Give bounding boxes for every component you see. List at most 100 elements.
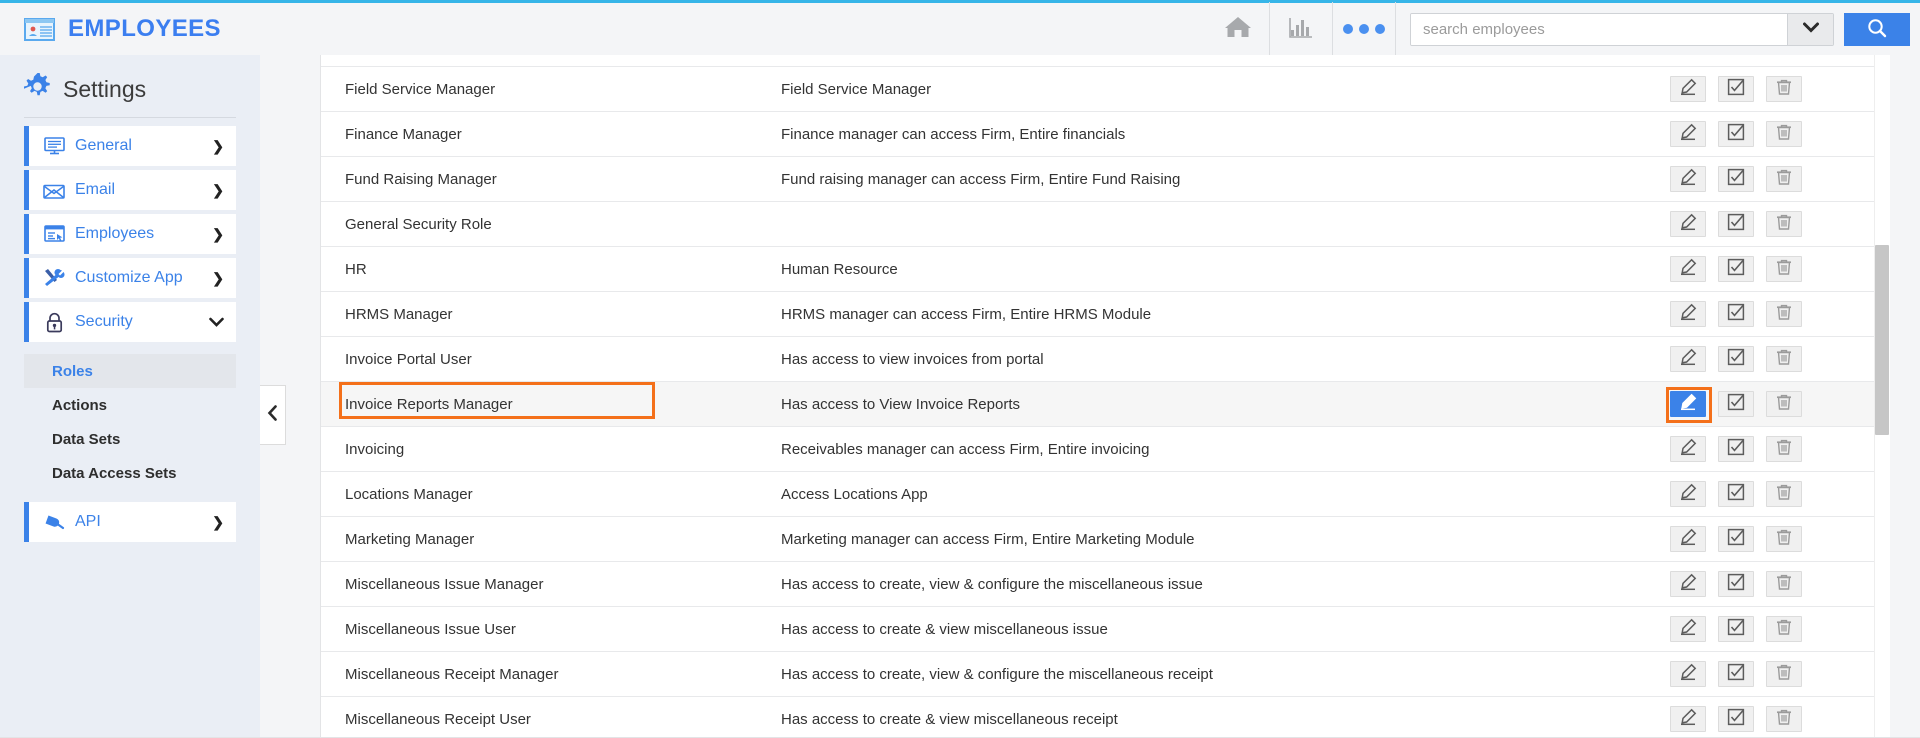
sidebar-item-data-sets[interactable]: Data Sets xyxy=(24,422,236,456)
edit-role-button[interactable] xyxy=(1670,346,1706,372)
sidebar-item-actions[interactable]: Actions xyxy=(24,388,236,422)
more-options-button[interactable] xyxy=(1333,2,1395,57)
sidebar-item-email[interactable]: Email ❯ xyxy=(24,170,236,210)
edit-role-button[interactable] xyxy=(1670,526,1706,552)
assign-role-button[interactable] xyxy=(1718,616,1754,642)
table-row[interactable]: Locations ManagerAccess Locations App xyxy=(321,472,1890,517)
role-name-cell[interactable]: Invoice Reports Manager xyxy=(321,396,781,413)
role-name-cell[interactable]: Marketing Manager xyxy=(321,531,781,548)
assign-role-button[interactable] xyxy=(1718,706,1754,732)
sidebar-subitem-label: Data Access Sets xyxy=(52,465,177,482)
edit-role-button[interactable] xyxy=(1670,391,1706,417)
sidebar-item-employees[interactable]: Employees ❯ xyxy=(24,214,236,254)
edit-role-button[interactable] xyxy=(1670,166,1706,192)
role-name-cell[interactable]: Miscellaneous Receipt User xyxy=(321,711,781,728)
delete-role-button[interactable] xyxy=(1766,346,1802,372)
sidebar-item-data-access-sets[interactable]: Data Access Sets xyxy=(24,456,236,490)
assign-role-icon xyxy=(1727,303,1745,326)
edit-role-button[interactable] xyxy=(1670,211,1706,237)
assign-role-button[interactable] xyxy=(1718,211,1754,237)
sidebar-item-customize-app[interactable]: Customize App ❯ xyxy=(24,258,236,298)
delete-role-button[interactable] xyxy=(1766,166,1802,192)
table-row[interactable]: Invoice Portal UserHas access to view in… xyxy=(321,337,1890,382)
sidebar-item-general[interactable]: General ❯ xyxy=(24,126,236,166)
edit-role-button[interactable] xyxy=(1670,436,1706,462)
delete-role-button[interactable] xyxy=(1766,526,1802,552)
role-name-cell[interactable]: Invoicing xyxy=(321,441,781,458)
assign-role-button[interactable] xyxy=(1718,526,1754,552)
table-row[interactable]: Marketing ManagerMarketing manager can a… xyxy=(321,517,1890,562)
table-row[interactable]: Finance ManagerFinance manager can acces… xyxy=(321,112,1890,157)
assign-role-button[interactable] xyxy=(1718,166,1754,192)
assign-role-button[interactable] xyxy=(1718,76,1754,102)
delete-role-button[interactable] xyxy=(1766,481,1802,507)
delete-role-button[interactable] xyxy=(1766,436,1802,462)
delete-role-button[interactable] xyxy=(1766,706,1802,732)
table-row[interactable]: Fund Raising ManagerFund raising manager… xyxy=(321,157,1890,202)
reports-button[interactable] xyxy=(1270,2,1332,57)
edit-role-icon xyxy=(1679,573,1697,596)
table-row[interactable]: Invoice Reports ManagerHas access to Vie… xyxy=(321,382,1890,427)
edit-role-button[interactable] xyxy=(1670,76,1706,102)
edit-role-button[interactable] xyxy=(1670,481,1706,507)
edit-role-button[interactable] xyxy=(1670,256,1706,282)
delete-role-button[interactable] xyxy=(1766,391,1802,417)
assign-role-button[interactable] xyxy=(1718,256,1754,282)
delete-role-button[interactable] xyxy=(1766,616,1802,642)
chevron-right-icon: ❯ xyxy=(212,270,224,287)
role-name-cell[interactable]: General Security Role xyxy=(321,216,781,233)
role-name-cell[interactable]: HR xyxy=(321,261,781,278)
sidebar-item-security[interactable]: Security xyxy=(24,302,236,342)
assign-role-button[interactable] xyxy=(1718,121,1754,147)
table-row[interactable]: InvoicingReceivables manager can access … xyxy=(321,427,1890,472)
edit-role-button[interactable] xyxy=(1670,571,1706,597)
sidebar-item-roles[interactable]: Roles xyxy=(24,354,236,388)
delete-role-button[interactable] xyxy=(1766,571,1802,597)
delete-role-button[interactable] xyxy=(1766,661,1802,687)
table-row[interactable]: HRHuman Resource xyxy=(321,247,1890,292)
table-scrollbar-thumb[interactable] xyxy=(1875,245,1889,435)
role-name-cell[interactable]: Locations Manager xyxy=(321,486,781,503)
role-name-cell[interactable]: Miscellaneous Issue User xyxy=(321,621,781,638)
assign-role-button[interactable] xyxy=(1718,481,1754,507)
search-submit-button[interactable] xyxy=(1844,13,1910,46)
edit-role-button[interactable] xyxy=(1670,616,1706,642)
role-name-cell[interactable]: Fund Raising Manager xyxy=(321,171,781,188)
delete-role-button[interactable] xyxy=(1766,211,1802,237)
edit-role-button[interactable] xyxy=(1670,706,1706,732)
role-name-cell[interactable]: HRMS Manager xyxy=(321,306,781,323)
role-name-cell[interactable]: Field Service Manager xyxy=(321,81,781,98)
role-name-cell[interactable]: Miscellaneous Receipt Manager xyxy=(321,666,781,683)
collapse-panel-handle[interactable] xyxy=(260,385,286,445)
table-row[interactable]: Miscellaneous Issue ManagerHas access to… xyxy=(321,562,1890,607)
search-scope-dropdown[interactable] xyxy=(1787,14,1833,45)
search-input[interactable] xyxy=(1411,14,1787,45)
assign-role-button[interactable] xyxy=(1718,571,1754,597)
table-row[interactable]: Field Service ManagerField Service Manag… xyxy=(321,67,1890,112)
assign-role-button[interactable] xyxy=(1718,391,1754,417)
delete-role-button[interactable] xyxy=(1766,76,1802,102)
assign-role-icon xyxy=(1727,348,1745,371)
table-row[interactable]: Miscellaneous Issue UserHas access to cr… xyxy=(321,607,1890,652)
table-scrollbar-track[interactable] xyxy=(1874,55,1890,738)
delete-role-button[interactable] xyxy=(1766,256,1802,282)
sidebar-item-api[interactable]: API ❯ xyxy=(24,502,236,542)
role-name-cell[interactable]: Miscellaneous Issue Manager xyxy=(321,576,781,593)
table-row[interactable]: HRMS ManagerHRMS manager can access Firm… xyxy=(321,292,1890,337)
table-row[interactable]: Miscellaneous Receipt ManagerHas access … xyxy=(321,652,1890,697)
edit-role-button[interactable] xyxy=(1670,661,1706,687)
edit-role-button[interactable] xyxy=(1670,301,1706,327)
role-name-cell[interactable]: Finance Manager xyxy=(321,126,781,143)
role-name-cell[interactable]: Invoice Portal User xyxy=(321,351,781,368)
assign-role-button[interactable] xyxy=(1718,301,1754,327)
table-row[interactable]: General Security Role xyxy=(321,202,1890,247)
assign-role-button[interactable] xyxy=(1718,346,1754,372)
table-row[interactable]: Miscellaneous Receipt UserHas access to … xyxy=(321,697,1890,738)
delete-role-button[interactable] xyxy=(1766,301,1802,327)
assign-role-button[interactable] xyxy=(1718,436,1754,462)
edit-role-button[interactable] xyxy=(1670,121,1706,147)
assign-role-button[interactable] xyxy=(1718,661,1754,687)
home-button[interactable] xyxy=(1207,2,1269,57)
sidebar-item-label: Employees xyxy=(75,225,154,243)
delete-role-button[interactable] xyxy=(1766,121,1802,147)
